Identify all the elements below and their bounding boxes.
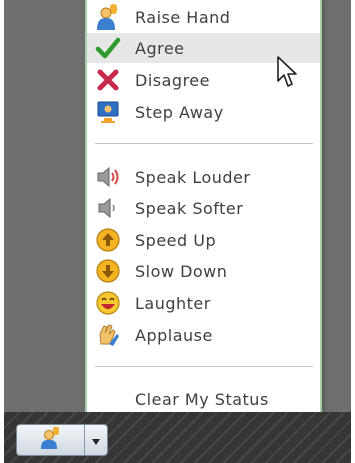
x-mark-icon [95,67,121,93]
step-away-icon [95,99,121,125]
menu-item-speak-softer[interactable]: Speak Softer [87,193,320,223]
menu-item-raise-hand[interactable]: Raise Hand [87,2,320,32]
status-dropdown-toggle[interactable] [85,425,107,455]
menu-item-clear-my-status[interactable]: Clear My Status [87,384,320,414]
speed-up-icon [95,227,121,253]
screenshot-frame: Raise Hand Agree Disagree Step Away Spea… [4,0,351,463]
slow-down-icon [95,258,121,284]
menu-item-applause[interactable]: Applause [87,320,320,350]
mouse-pointer-icon [276,55,300,93]
speaker-soft-icon [95,195,121,221]
status-button-main[interactable] [17,425,86,455]
menu-item-speak-louder[interactable]: Speak Louder [87,162,320,192]
person-status-icon [39,427,63,453]
menu-separator [95,143,313,144]
triangle-down-icon [91,431,101,450]
menu-item-step-away[interactable]: Step Away [87,97,320,127]
laughter-icon [95,290,121,316]
raise-hand-icon [95,4,121,30]
menu-item-slow-down[interactable]: Slow Down [87,256,320,286]
applause-icon [95,322,121,348]
menu-separator [95,366,313,367]
menu-item-laughter[interactable]: Laughter [87,288,320,318]
menu-item-speed-up[interactable]: Speed Up [87,225,320,255]
checkmark-icon [95,35,121,61]
speaker-loud-icon [95,164,121,190]
status-button[interactable] [16,424,108,456]
